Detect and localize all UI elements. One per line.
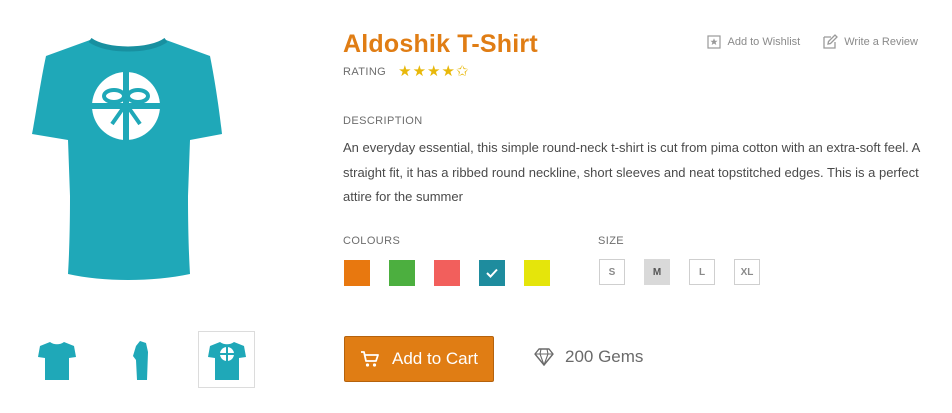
diamond-icon (534, 348, 554, 366)
colour-swatches (344, 260, 569, 286)
add-to-wishlist-link[interactable]: Add to Wishlist (707, 35, 800, 49)
review-label: Write a Review (844, 36, 918, 48)
size-options: S M L XL (599, 259, 779, 285)
tshirt-image (32, 37, 222, 280)
rating-label: RATING (343, 65, 387, 78)
colours-label: COLOURS (343, 235, 401, 247)
product-title: Aldoshik T-Shirt (343, 30, 538, 58)
add-to-cart-label: Add to Cart (392, 349, 478, 368)
rating-stars[interactable]: ★★★★✩ (398, 64, 469, 79)
pencil-icon (823, 34, 839, 49)
description-label: DESCRIPTION (343, 115, 423, 127)
add-to-cart-button[interactable]: Add to Cart (344, 336, 494, 382)
size-option[interactable]: XL (734, 259, 760, 285)
thumbnail-front[interactable] (28, 331, 85, 388)
thumbnail-side[interactable] (113, 331, 170, 388)
size-label: SIZE (598, 235, 625, 247)
size-option[interactable]: S (599, 259, 625, 285)
checkmark-icon (486, 268, 498, 278)
write-review-link[interactable]: Write a Review (822, 34, 918, 50)
colour-swatch[interactable] (434, 260, 460, 286)
product-actions: Add to Wishlist Write a Review (685, 34, 918, 50)
colour-swatch[interactable] (344, 260, 370, 286)
wishlist-label: Add to Wishlist (727, 36, 801, 48)
colour-swatch[interactable] (524, 260, 550, 286)
thumbnail-strip (28, 331, 283, 388)
size-option[interactable]: L (689, 259, 715, 285)
product-main-image (28, 26, 228, 288)
thumbnail-design[interactable] (198, 331, 255, 388)
colour-swatch[interactable] (389, 260, 415, 286)
gems-label: 200 Gems (565, 347, 644, 366)
colour-swatch[interactable] (479, 260, 505, 286)
cart-icon (361, 351, 379, 367)
product-description: An everyday essential, this simple round… (343, 140, 920, 204)
rating-row: RATING ★★★★✩ (343, 64, 470, 79)
size-option[interactable]: M (644, 259, 670, 285)
gems-price: 200 Gems (534, 347, 643, 367)
star-box-icon (707, 35, 722, 49)
